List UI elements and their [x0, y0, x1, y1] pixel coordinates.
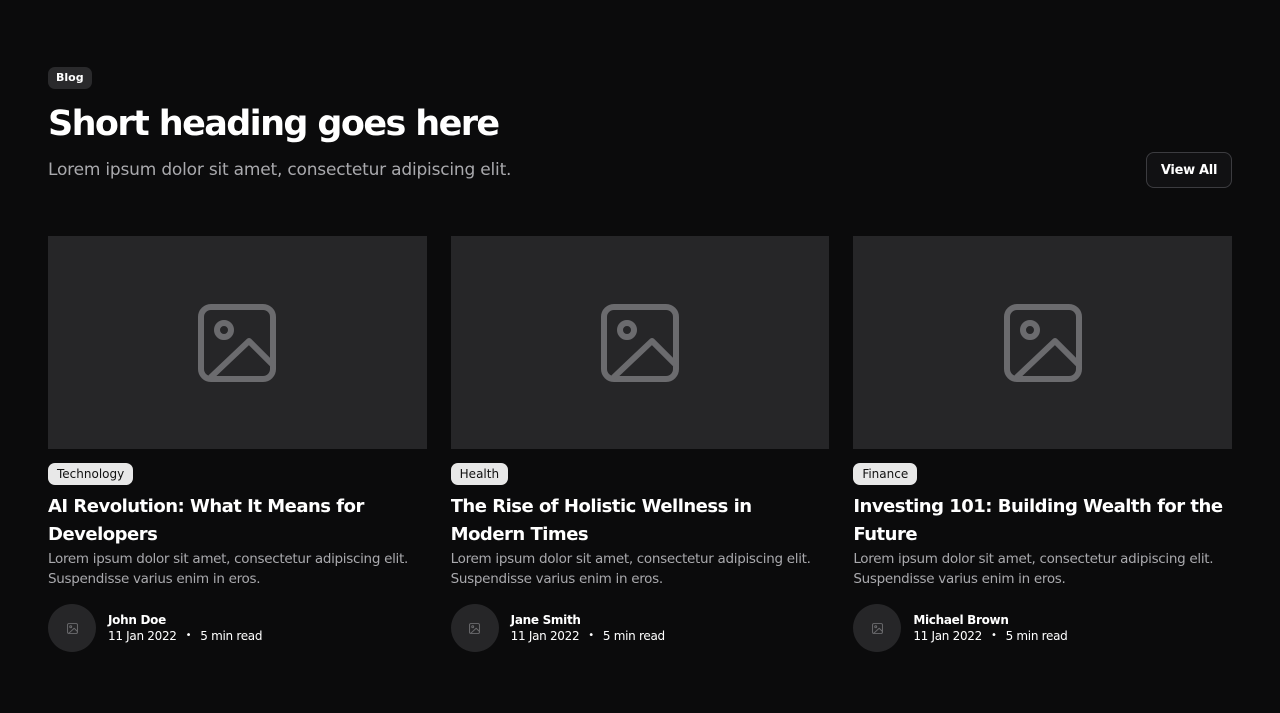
blog-card[interactable]: Health The Rise of Holistic Wellness in …: [450, 236, 830, 652]
author-info: Jane Smith 11 Jan 2022 • 5 min read: [450, 604, 830, 652]
meta-separator: •: [588, 630, 594, 641]
image-placeholder-icon: [66, 622, 78, 634]
card-description: Lorem ipsum dolor sit amet, consectetur …: [48, 551, 408, 587]
card-title[interactable]: The Rise of Holistic Wellness in Modern …: [451, 493, 830, 549]
meta-line: 11 Jan 2022 • 5 min read: [108, 628, 262, 644]
author-name: John Doe: [108, 613, 166, 627]
card-description: Lorem ipsum dolor sit amet, consectetur …: [853, 551, 1214, 587]
category-tag[interactable]: Health: [450, 463, 509, 485]
image-placeholder-icon: [469, 622, 481, 634]
post-meta: Michael Brown 11 Jan 2022 • 5 min read: [913, 612, 1067, 644]
meta-line: 11 Jan 2022 • 5 min read: [511, 628, 665, 644]
author-info: Michael Brown 11 Jan 2022 • 5 min read: [853, 604, 1232, 652]
meta-separator: •: [185, 630, 192, 641]
meta-line: 11 Jan 2022 • 5 min read: [913, 628, 1067, 644]
category-tag[interactable]: Technology: [48, 463, 134, 485]
avatar: [48, 604, 96, 652]
read-time: 5 min read: [1005, 629, 1068, 643]
blog-card[interactable]: Technology AI Revolution: What It Means …: [48, 236, 427, 652]
page-subtitle: Lorem ipsum dolor sit amet, consectetur …: [48, 160, 512, 180]
image-placeholder-icon: [1003, 303, 1082, 382]
post-date: 11 Jan 2022: [510, 629, 580, 643]
page-title: Short heading goes here: [48, 104, 500, 144]
post-date: 11 Jan 2022: [913, 629, 982, 643]
read-time: 5 min read: [602, 629, 665, 643]
avatar: [853, 604, 902, 652]
image-placeholder-icon: [600, 303, 679, 382]
avatar: [450, 604, 499, 652]
blog-card[interactable]: Finance Investing 101: Building Wealth f…: [853, 236, 1232, 652]
view-all-button[interactable]: View All: [1146, 152, 1232, 188]
author-name: Jane Smith: [510, 613, 581, 627]
card-title[interactable]: AI Revolution: What It Means for Develop…: [48, 493, 427, 549]
image-placeholder-icon: [198, 303, 277, 382]
post-meta: Jane Smith 11 Jan 2022 • 5 min read: [511, 612, 665, 644]
card-image[interactable]: [48, 236, 427, 449]
post-meta: John Doe 11 Jan 2022 • 5 min read: [108, 612, 262, 644]
author-name: Michael Brown: [913, 613, 1009, 627]
meta-separator: •: [990, 630, 997, 641]
section-header: Blog Short heading goes here Lorem ipsum…: [48, 66, 1232, 236]
card-title[interactable]: Investing 101: Building Wealth for the F…: [853, 493, 1232, 549]
blog-card-list: Technology AI Revolution: What It Means …: [48, 236, 1232, 652]
author-info: John Doe 11 Jan 2022 • 5 min read: [48, 604, 427, 652]
post-date: 11 Jan 2022: [108, 629, 177, 643]
category-tag[interactable]: Finance: [853, 463, 918, 485]
card-image[interactable]: [450, 236, 830, 449]
card-image[interactable]: [853, 236, 1232, 449]
image-placeholder-icon: [871, 622, 883, 634]
section-tag: Blog: [48, 67, 92, 89]
blog-section: Blog Short heading goes here Lorem ipsum…: [0, 0, 1280, 713]
read-time: 5 min read: [200, 629, 263, 643]
card-description: Lorem ipsum dolor sit amet, consectetur …: [450, 551, 811, 587]
